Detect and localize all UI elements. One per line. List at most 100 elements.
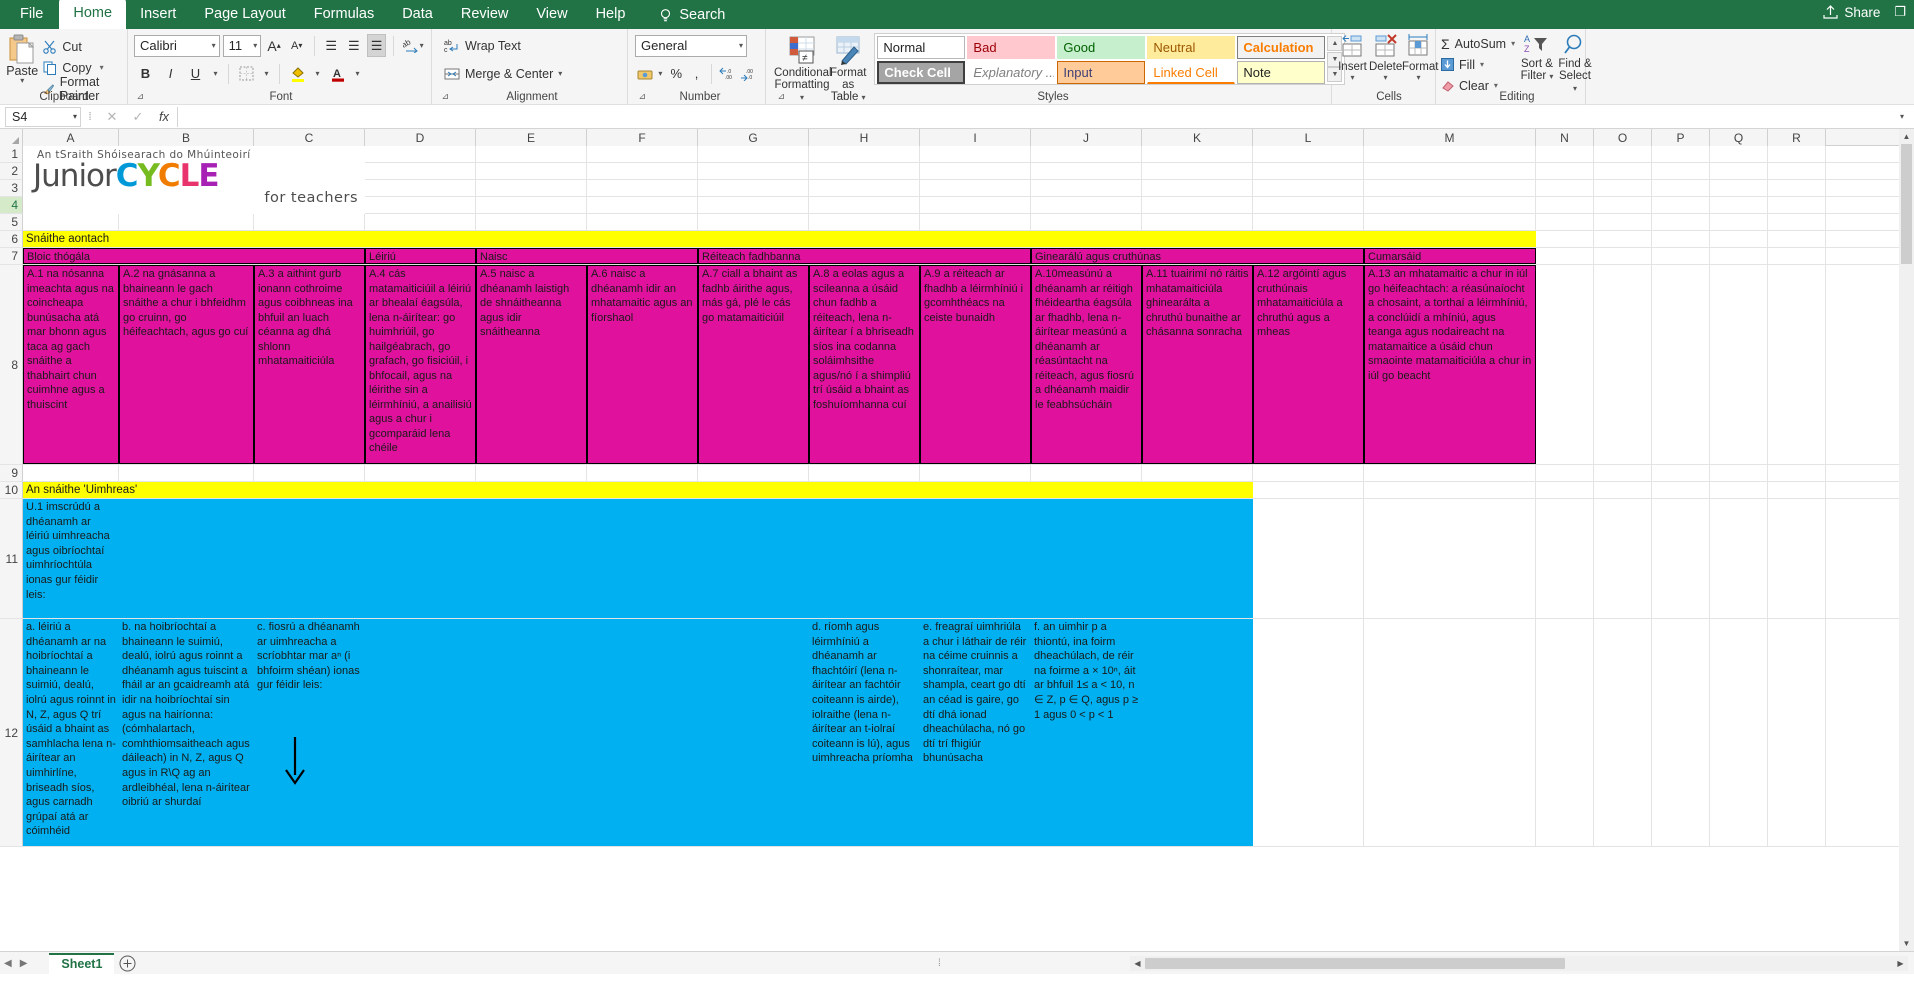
learning-outcome-A-1[interactable]: A.1 na nósanna imeachta agus na coinchea… bbox=[23, 265, 119, 464]
confirm-entry-button[interactable]: ✓ bbox=[125, 107, 151, 127]
tab-help[interactable]: Help bbox=[582, 0, 640, 29]
sheet-nav-buttons[interactable]: ◀ ▶ bbox=[0, 958, 37, 969]
learning-outcome-A-12[interactable]: A.12 argóintí agus cruthúnais mhatamaiti… bbox=[1253, 265, 1364, 464]
wrap-text-button[interactable]: ab c Wrap Text bbox=[440, 34, 525, 57]
column-header-F[interactable]: F bbox=[587, 129, 698, 146]
insert-function-button[interactable]: fx bbox=[151, 107, 177, 127]
percent-style-button[interactable]: % bbox=[667, 62, 686, 85]
column-header-C[interactable]: C bbox=[254, 129, 365, 146]
vertical-scrollbar[interactable]: ▲ ▼ bbox=[1899, 129, 1914, 951]
accounting-format-button[interactable] bbox=[635, 62, 654, 85]
underline-dropdown[interactable]: ▾ bbox=[209, 62, 222, 85]
chevron-down-icon[interactable]: ▾ bbox=[1369, 73, 1402, 82]
learning-outcome-A-4[interactable]: A.4 cás matamaiticiúil a léiriú ar bheal… bbox=[365, 265, 476, 464]
tab-review[interactable]: Review bbox=[447, 0, 523, 29]
row-header-11[interactable]: 11 bbox=[0, 499, 23, 619]
bold-button[interactable]: B bbox=[134, 62, 157, 85]
tab-file[interactable]: File bbox=[4, 0, 59, 29]
fill-button[interactable]: Fill ▾ bbox=[1441, 54, 1515, 75]
vertical-scroll-track[interactable] bbox=[1899, 144, 1914, 936]
borders-button[interactable] bbox=[235, 62, 258, 85]
strand-banner-number[interactable]: An snáithe 'Uimhreas' bbox=[23, 482, 1253, 498]
column-header-M[interactable]: M bbox=[1364, 129, 1536, 146]
row-header-3[interactable]: 3 bbox=[0, 180, 23, 197]
strand-item-a[interactable]: a. léiriú a dhéanamh ar na hoibríochtaí … bbox=[23, 619, 119, 846]
learning-outcome-A-8[interactable]: A.8 a eolas agus a scileanna a úsáid chu… bbox=[809, 265, 920, 464]
chevron-down-icon[interactable]: ▾ bbox=[1480, 60, 1484, 69]
font-name-combo[interactable]: Calibri ▾ bbox=[134, 34, 220, 57]
vertical-scroll-thumb[interactable] bbox=[1901, 144, 1912, 264]
font-color-dropdown[interactable]: ▾ bbox=[351, 62, 364, 85]
row-header-8[interactable]: 8 bbox=[0, 265, 23, 465]
strand-banner-unifying[interactable]: Snáithe aontach bbox=[23, 231, 1536, 247]
strand-item-d[interactable]: d. ríomh agus léirmhíniú a dhéanamh ar f… bbox=[809, 619, 920, 846]
scroll-right-arrow[interactable]: ▶ bbox=[1893, 956, 1908, 971]
number-format-combo[interactable]: General ▾ bbox=[635, 34, 747, 57]
horizontal-scroll-thumb[interactable] bbox=[1145, 958, 1565, 969]
formula-input[interactable] bbox=[177, 106, 1892, 127]
column-header-O[interactable]: O bbox=[1594, 129, 1652, 146]
select-all-button[interactable] bbox=[0, 129, 23, 146]
align-middle-button[interactable]: ☰ bbox=[344, 34, 364, 57]
share-button[interactable]: Share bbox=[1823, 5, 1880, 20]
strand-item-f[interactable]: f. an uimhir p a thiontú, ina foirm dhea… bbox=[1031, 619, 1142, 846]
increase-font-size-button[interactable]: A ▴ bbox=[264, 34, 284, 57]
column-header-J[interactable]: J bbox=[1031, 129, 1142, 146]
italic-button[interactable]: I bbox=[159, 62, 182, 85]
scroll-left-arrow[interactable]: ◀ bbox=[1130, 956, 1145, 971]
learning-outcome-A-3[interactable]: A.3 a aithint gurb ionann cothroime agus… bbox=[254, 265, 365, 464]
column-header-I[interactable]: I bbox=[920, 129, 1031, 146]
column-header-E[interactable]: E bbox=[476, 129, 587, 146]
cell-style-calculation[interactable]: Calculation bbox=[1237, 36, 1326, 59]
learning-outcome-A-5[interactable]: A.5 naisc a dhéanamh laistigh de shnáith… bbox=[476, 265, 587, 464]
cell-style-good[interactable]: Good bbox=[1057, 36, 1146, 59]
previous-sheet-button[interactable]: ◀ bbox=[4, 958, 12, 969]
font-color-button[interactable]: A bbox=[326, 62, 349, 85]
column-header-P[interactable]: P bbox=[1652, 129, 1710, 146]
strand-header-l-iri-[interactable]: Léiriú bbox=[365, 248, 476, 264]
decrease-decimal-button[interactable]: .00 .0 bbox=[738, 62, 758, 85]
strand-header-cumars-id[interactable]: Cumarsáid bbox=[1364, 248, 1536, 264]
row-header-1[interactable]: 1 bbox=[0, 146, 23, 163]
learning-outcome-A-13[interactable]: A.13 an mhatamaitic a chur in iúl go héi… bbox=[1364, 265, 1536, 464]
row-header-5[interactable]: 5 bbox=[0, 214, 23, 231]
align-top-button[interactable]: ☰ bbox=[321, 34, 341, 57]
tab-formulas[interactable]: Formulas bbox=[300, 0, 388, 29]
row-header-9[interactable]: 9 bbox=[0, 465, 23, 482]
strand-item-c[interactable]: c. fiosrú a dhéanamh ar uimhreacha a scr… bbox=[254, 619, 365, 846]
row-header-4[interactable]: 4 bbox=[0, 197, 23, 214]
learning-outcome-A-2[interactable]: A.2 na gnásanna a bhaineann le gach snái… bbox=[119, 265, 254, 464]
column-header-L[interactable]: L bbox=[1253, 129, 1364, 146]
cell-style-neutral[interactable]: Neutral bbox=[1147, 36, 1236, 59]
comma-style-button[interactable]: , bbox=[687, 62, 706, 85]
strand-intro-blank-block[interactable] bbox=[119, 499, 1253, 618]
name-box[interactable]: S4 ▾ bbox=[5, 106, 81, 127]
cell-style-input[interactable]: Input bbox=[1057, 61, 1146, 84]
align-bottom-button[interactable]: ☰ bbox=[366, 34, 387, 57]
fill-color-dropdown[interactable]: ▾ bbox=[311, 62, 324, 85]
cell-style-bad[interactable]: Bad bbox=[967, 36, 1056, 59]
column-header-A[interactable]: A bbox=[23, 129, 119, 146]
underline-button[interactable]: U bbox=[184, 62, 207, 85]
scroll-down-arrow[interactable]: ▼ bbox=[1899, 936, 1914, 951]
column-header-R[interactable]: R bbox=[1768, 129, 1826, 146]
scroll-up-arrow[interactable]: ▲ bbox=[1899, 129, 1914, 144]
cell-style-normal[interactable]: Normal bbox=[877, 36, 966, 59]
strand-item-b[interactable]: b. na hoibríochtaí a bhaineann le suimiú… bbox=[119, 619, 254, 846]
column-header-N[interactable]: N bbox=[1536, 129, 1594, 146]
strand-item-e[interactable]: e. freagraí uimhriúla a chur i láthair d… bbox=[920, 619, 1031, 846]
chevron-down-icon[interactable]: ▾ bbox=[558, 69, 562, 78]
autosum-button[interactable]: Σ AutoSum ▾ bbox=[1441, 33, 1515, 54]
tab-home[interactable]: Home bbox=[59, 0, 127, 29]
accounting-dropdown[interactable]: ▾ bbox=[655, 62, 665, 85]
cell-style-explanatory[interactable]: Explanatory ... bbox=[967, 61, 1056, 84]
column-header-H[interactable]: H bbox=[809, 129, 920, 146]
cell-style-check-cell[interactable]: Check Cell bbox=[877, 61, 966, 84]
cut-button[interactable]: Cut bbox=[40, 36, 127, 57]
fill-color-button[interactable] bbox=[286, 62, 309, 85]
strand-intro-cell[interactable]: U.1 imscrúdú a dhéanamh ar léiriú uimhre… bbox=[23, 499, 119, 618]
orientation-button[interactable]: ab ▾ bbox=[401, 34, 425, 57]
tab-insert[interactable]: Insert bbox=[126, 0, 190, 29]
learning-outcome-A-9[interactable]: A.9 a réiteach ar fhadhb a léirmhíniú i … bbox=[920, 265, 1031, 464]
font-size-combo[interactable]: 11 ▾ bbox=[222, 34, 262, 57]
